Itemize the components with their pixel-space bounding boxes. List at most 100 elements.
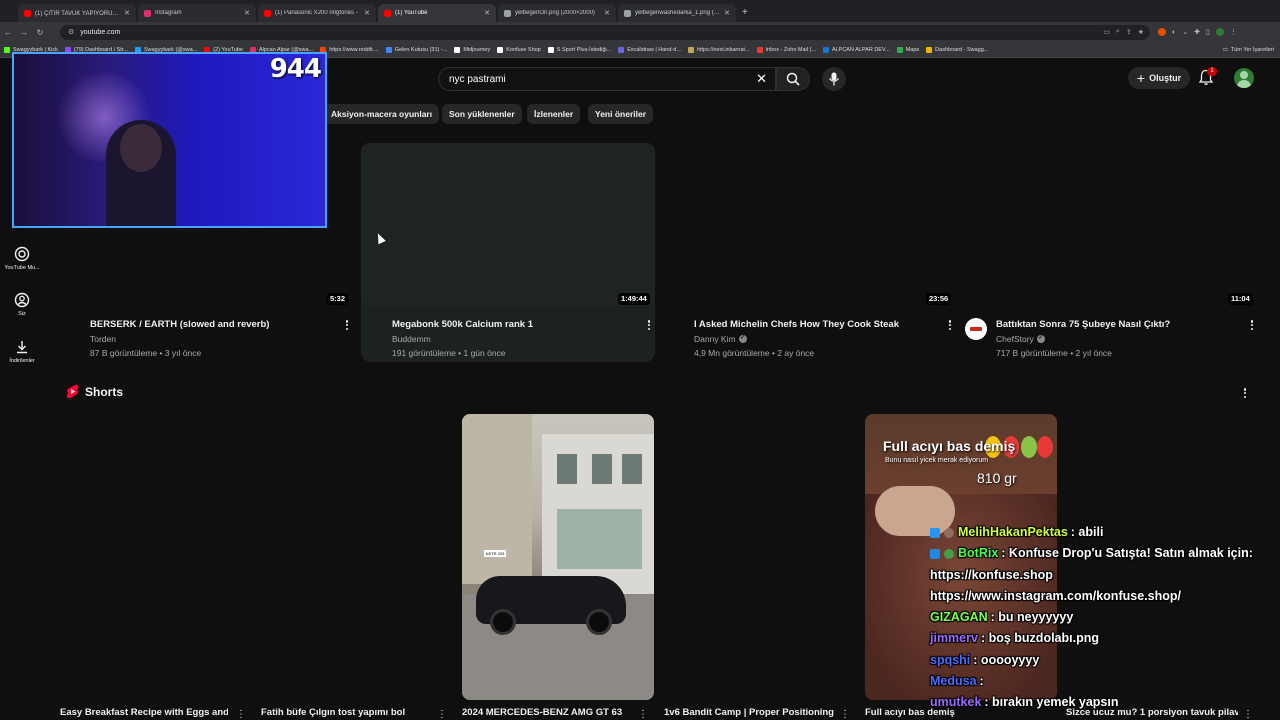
extension-icon[interactable]: ◐ xyxy=(1172,29,1176,36)
short-title[interactable]: Easy Breakfast Recipe with Eggs and xyxy=(60,707,228,718)
bookmark-item[interactable]: Midjourney xyxy=(454,46,491,53)
extension-icon[interactable] xyxy=(1158,28,1166,36)
video-thumbnail[interactable] xyxy=(663,143,955,307)
bookmark-item[interactable]: Excalidraw | Hand-d... xyxy=(618,46,681,53)
close-tab-icon[interactable]: ✕ xyxy=(484,9,490,17)
channel-name[interactable]: Buddemm xyxy=(392,334,431,344)
forward-icon[interactable]: → xyxy=(16,28,32,37)
video-title[interactable]: Megabonk 500k Calcium rank 1 xyxy=(392,319,533,330)
chip-new-to-you[interactable]: Yeni öneriler xyxy=(588,104,654,124)
bookmark-item[interactable]: Konfuse Shop xyxy=(497,46,541,53)
back-icon[interactable]: ← xyxy=(0,28,16,37)
short-menu-icon[interactable]: ⋮ xyxy=(437,709,447,720)
browser-tab[interactable]: (1) Panasonic X200 ringtones - ✕ xyxy=(258,4,376,22)
chip-action-adventure[interactable]: Aksiyon-macera oyunları xyxy=(324,104,440,124)
channel-name-text: Danny Kim xyxy=(694,334,736,344)
chip-recently-uploaded[interactable]: Son yüklenenler xyxy=(442,104,522,124)
puzzle-icon[interactable]: ✚ xyxy=(1194,28,1200,36)
video-menu-button[interactable] xyxy=(644,318,654,332)
short-menu-icon[interactable]: ⋮ xyxy=(638,709,648,720)
chip-watched[interactable]: İzlenenler xyxy=(527,104,581,124)
bookmark-item[interactable]: https://www.reddit.... xyxy=(320,46,379,53)
clear-search-icon[interactable]: ✕ xyxy=(756,71,767,87)
voice-search-button[interactable] xyxy=(822,67,846,91)
video-title[interactable]: Battıktan Sonra 75 Şubeye Nasıl Çıktı? xyxy=(996,319,1170,330)
chat-text: : Konfuse Drop'u Satışta! Satın almak iç… xyxy=(1001,546,1253,561)
bookmark-label: Maps xyxy=(905,46,920,53)
shorts-logo-icon xyxy=(66,384,79,399)
instagram-favicon-icon xyxy=(144,9,151,17)
short-menu-icon[interactable]: ⋮ xyxy=(840,709,850,720)
share-icon[interactable]: ⇪ xyxy=(1126,28,1132,36)
short-menu-icon[interactable]: ⋮ xyxy=(236,709,246,720)
short-title[interactable]: Fatih büfe Çılgın tost yapımı bol xyxy=(261,707,429,718)
bookmark-item[interactable]: Maps xyxy=(896,46,920,53)
video-thumbnail[interactable] xyxy=(965,143,1257,307)
chat-badge-icon xyxy=(930,548,940,559)
channel-name[interactable]: ChefStory xyxy=(996,334,1045,344)
close-tab-icon[interactable]: ✕ xyxy=(364,9,370,17)
chat-username: BotRix xyxy=(958,546,999,561)
chat-badge-icon xyxy=(944,548,954,559)
bookmark-item[interactable]: S Sport Plus-İstediği... xyxy=(547,46,611,53)
create-button[interactable]: + Oluştur xyxy=(1128,67,1190,89)
bookmark-item[interactable]: Dashboard - Swagg... xyxy=(926,46,989,53)
address-bar[interactable]: ⚙ youtube.com ▭ ⌕ ⇪ ★ xyxy=(60,24,1150,40)
zoom-icon[interactable]: ⌕ xyxy=(1116,28,1120,36)
video-menu-button[interactable] xyxy=(342,318,352,332)
bookmark-favicon-icon xyxy=(497,46,504,53)
site-info-icon[interactable]: ⚙ xyxy=(68,28,74,36)
all-bookmarks[interactable]: ▭ Tüm Yer İşaretleri xyxy=(1223,47,1280,53)
sidenav-downloads[interactable]: İndirilenler xyxy=(0,339,44,364)
browser-tab[interactable]: yelbegenwashedarka_1.png (2... ✕ xyxy=(618,4,736,22)
account-avatar[interactable] xyxy=(1234,68,1254,88)
channel-avatar[interactable] xyxy=(965,318,987,340)
video-title[interactable]: I Asked Michelin Chefs How They Cook Ste… xyxy=(694,319,899,330)
window xyxy=(592,454,612,484)
install-icon[interactable]: ▭ xyxy=(1103,28,1110,36)
browser-tab[interactable]: Instagram ✕ xyxy=(138,4,256,22)
close-tab-icon[interactable]: ✕ xyxy=(124,9,130,17)
channel-name[interactable]: Danny Kim xyxy=(694,334,747,344)
close-tab-icon[interactable]: ✕ xyxy=(244,9,250,17)
extension-icon[interactable]: ⌄ xyxy=(1182,28,1188,36)
sidenav-youtube-music[interactable]: YouTube Mu... xyxy=(0,246,44,271)
browser-tab[interactable]: yelbegenOn.png (2000×2000) ✕ xyxy=(498,4,616,22)
video-title[interactable]: BERSERK / EARTH (slowed and reverb) xyxy=(90,319,269,330)
bookmark-favicon-icon xyxy=(4,46,10,53)
channel-name[interactable]: Torden xyxy=(90,334,116,344)
sidebar-icon[interactable]: ▯ xyxy=(1206,28,1210,36)
chat-text: https://konfuse.shop xyxy=(930,567,1053,582)
bookmark-item[interactable]: https://next.inkarnat... xyxy=(687,46,750,53)
menu-icon[interactable]: ⋮ xyxy=(1230,28,1237,36)
sidenav-you[interactable]: Siz xyxy=(0,292,44,317)
browser-tab[interactable]: (1) ÇITIR TAVUK YAPIYORUZ 🍗 ✕ xyxy=(18,4,136,22)
bookmark-item[interactable]: Gelen Kutusu (31) -... xyxy=(385,46,447,53)
bookmark-item[interactable]: ALPCAN ALPAR DEV... xyxy=(822,46,890,53)
close-tab-icon[interactable]: ✕ xyxy=(604,9,610,17)
new-tab-button[interactable]: + xyxy=(738,4,752,22)
video-menu-button[interactable] xyxy=(945,318,955,332)
bookmark-label: Dashboard - Swagg... xyxy=(935,46,989,53)
bookmark-item[interactable]: Inbox - Zoho Mail (... xyxy=(756,46,816,53)
search-input[interactable]: nyc pastrami ✕ xyxy=(438,67,776,91)
short-title[interactable]: 1v6 Bandit Camp | Proper Positioning xyxy=(664,707,836,718)
shorts-menu-button[interactable] xyxy=(1240,386,1250,400)
notifications-button[interactable]: 1 xyxy=(1198,67,1217,87)
close-tab-icon[interactable]: ✕ xyxy=(724,9,730,17)
bookmark-label: Midjourney xyxy=(463,46,491,53)
video-thumbnail[interactable] xyxy=(361,143,655,307)
folder-icon: ▭ xyxy=(1222,46,1228,53)
browser-tab-active[interactable]: (1) YouTube ✕ xyxy=(378,4,496,22)
bookmark-star-icon[interactable]: ★ xyxy=(1138,28,1144,36)
search-button[interactable] xyxy=(776,67,810,91)
image-favicon-icon xyxy=(504,9,511,17)
reload-icon[interactable]: ↻ xyxy=(32,28,48,37)
chat-username: MelihHakanPektas xyxy=(958,525,1068,539)
profile-icon[interactable] xyxy=(1215,28,1224,36)
short-thumbnail[interactable]: NSTR 333 xyxy=(462,414,654,700)
short-title[interactable]: 2024 MERCEDES-BENZ AMG GT 63 xyxy=(462,707,630,718)
video-menu-button[interactable] xyxy=(1247,318,1257,332)
search-icon xyxy=(786,72,800,86)
chat-text: : bu neyyyyyy xyxy=(990,610,1074,625)
